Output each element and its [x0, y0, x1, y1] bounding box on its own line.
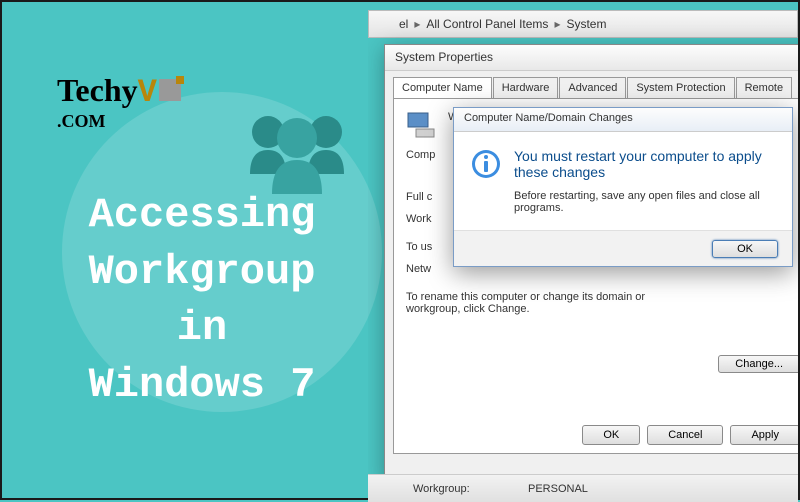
label-netw: Netw [406, 263, 451, 275]
dialog-ok-button[interactable]: OK [712, 240, 778, 258]
breadcrumb[interactable]: el ▸ All Control Panel Items ▸ System [368, 10, 798, 38]
breadcrumb-item[interactable]: System [566, 17, 606, 31]
ok-button[interactable]: OK [582, 425, 640, 445]
restart-dialog: Computer Name/Domain Changes You must re… [453, 107, 793, 267]
status-value: PERSONAL [528, 483, 588, 495]
label-comp: Comp [406, 149, 451, 161]
tab-system-protection[interactable]: System Protection [627, 77, 734, 98]
apply-button[interactable]: Apply [730, 425, 798, 445]
change-button[interactable]: Change... [718, 355, 798, 373]
title-line: Workgroup [22, 244, 382, 301]
tab-remote[interactable]: Remote [736, 77, 793, 98]
window-title: System Properties [385, 45, 798, 71]
logo-text: Techy [57, 72, 138, 108]
dialog-subtext: Before restarting, save any open files a… [514, 190, 776, 214]
status-bar: Workgroup: PERSONAL [368, 474, 798, 502]
logo-square-icon [159, 79, 181, 101]
breadcrumb-item[interactable]: All Control Panel Items [426, 17, 548, 31]
status-label: Workgroup: [413, 483, 528, 495]
logo-v: V [138, 74, 157, 111]
screenshot-area: el ▸ All Control Panel Items ▸ System Sy… [368, 2, 798, 502]
tab-computer-name[interactable]: Computer Name [393, 77, 492, 98]
info-icon [470, 148, 502, 180]
dialog-title: Computer Name/Domain Changes [454, 108, 792, 132]
breadcrumb-item[interactable]: el [399, 17, 408, 31]
main-title: Accessing Workgroup in Windows 7 [22, 187, 382, 414]
tab-advanced[interactable]: Advanced [559, 77, 626, 98]
dialog-message: You must restart your computer to apply … [514, 148, 776, 180]
chevron-right-icon: ▸ [554, 17, 560, 31]
chevron-right-icon: ▸ [414, 17, 420, 31]
techyv-logo: TechyV .COM [57, 72, 181, 132]
logo-com: .COM [57, 111, 106, 131]
tabs-container: Computer Name Hardware Advanced System P… [385, 71, 798, 98]
label-full: Full c [406, 191, 451, 203]
tab-hardware[interactable]: Hardware [493, 77, 559, 98]
computer-icon [406, 111, 438, 139]
rename-hint: To rename this computer or change its do… [406, 291, 666, 315]
label-tous: To us [406, 241, 451, 253]
title-line: Accessing [22, 187, 382, 244]
cancel-button[interactable]: Cancel [647, 425, 723, 445]
title-line: Windows 7 [22, 357, 382, 414]
label-work: Work [406, 213, 451, 225]
title-line: in [22, 300, 382, 357]
